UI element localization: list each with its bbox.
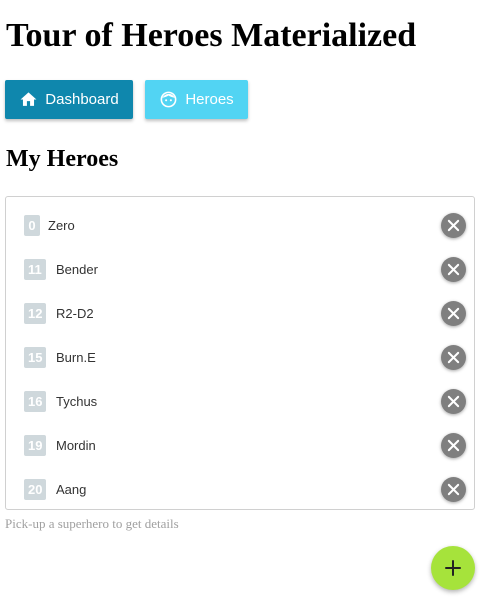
heroes-button-label: Heroes — [185, 91, 234, 108]
delete-hero-button[interactable] — [441, 345, 466, 370]
close-icon — [447, 483, 460, 496]
delete-hero-button[interactable] — [441, 433, 466, 458]
hero-list-item[interactable]: 15 Burn.E — [6, 333, 474, 377]
details-hint: Pick-up a superhero to get details — [5, 516, 179, 531]
hero-id-badge: 16 — [24, 391, 47, 412]
page-title: My Heroes — [6, 146, 119, 172]
hero-id-badge: 11 — [24, 259, 46, 280]
hero-list-item[interactable]: 16 Tychus — [6, 377, 474, 421]
close-icon — [447, 439, 460, 452]
face-icon — [160, 91, 177, 108]
hero-name: Aang — [56, 482, 87, 497]
hero-id-badge: 15 — [24, 347, 47, 368]
dashboard-button-label: Dashboard — [45, 91, 119, 108]
app-title: Tour of Heroes Materialized — [6, 17, 417, 54]
hero-name: Burn.E — [56, 350, 96, 365]
close-icon — [447, 395, 460, 408]
delete-hero-button[interactable] — [441, 213, 466, 238]
hero-list-item[interactable]: 0 Zero — [6, 201, 474, 245]
delete-hero-button[interactable] — [441, 301, 466, 326]
hero-name: Tychus — [56, 394, 98, 409]
plus-icon — [445, 560, 461, 576]
hero-id-badge: 0 — [24, 215, 40, 236]
close-icon — [447, 219, 460, 232]
add-hero-button[interactable] — [431, 546, 475, 590]
hero-name: Zero — [48, 218, 75, 233]
close-icon — [447, 307, 460, 320]
hero-name: Mordin — [56, 438, 96, 453]
hero-id-badge: 20 — [24, 479, 47, 500]
hero-list-item[interactable]: 20 Aang — [6, 465, 474, 509]
hero-list-item[interactable]: 19 Mordin — [6, 421, 474, 465]
hero-list-item[interactable]: 12 R2-D2 — [6, 289, 474, 333]
delete-hero-button[interactable] — [441, 477, 466, 502]
heroes-button[interactable]: Heroes — [145, 80, 248, 119]
delete-hero-button[interactable] — [441, 257, 466, 282]
delete-hero-button[interactable] — [441, 389, 466, 414]
home-icon — [20, 92, 37, 106]
dashboard-button[interactable]: Dashboard — [5, 80, 133, 119]
close-icon — [447, 263, 460, 276]
hero-name: Bender — [56, 262, 98, 277]
hero-list-item[interactable]: 11 Bender — [6, 245, 474, 289]
close-icon — [447, 351, 460, 364]
hero-id-badge: 12 — [24, 303, 47, 324]
hero-name: R2-D2 — [56, 306, 94, 321]
hero-id-badge: 19 — [24, 435, 47, 456]
hero-list: 0 Zero 11 Bender 12 R2-D2 15 Burn.E 16 T… — [5, 196, 475, 510]
